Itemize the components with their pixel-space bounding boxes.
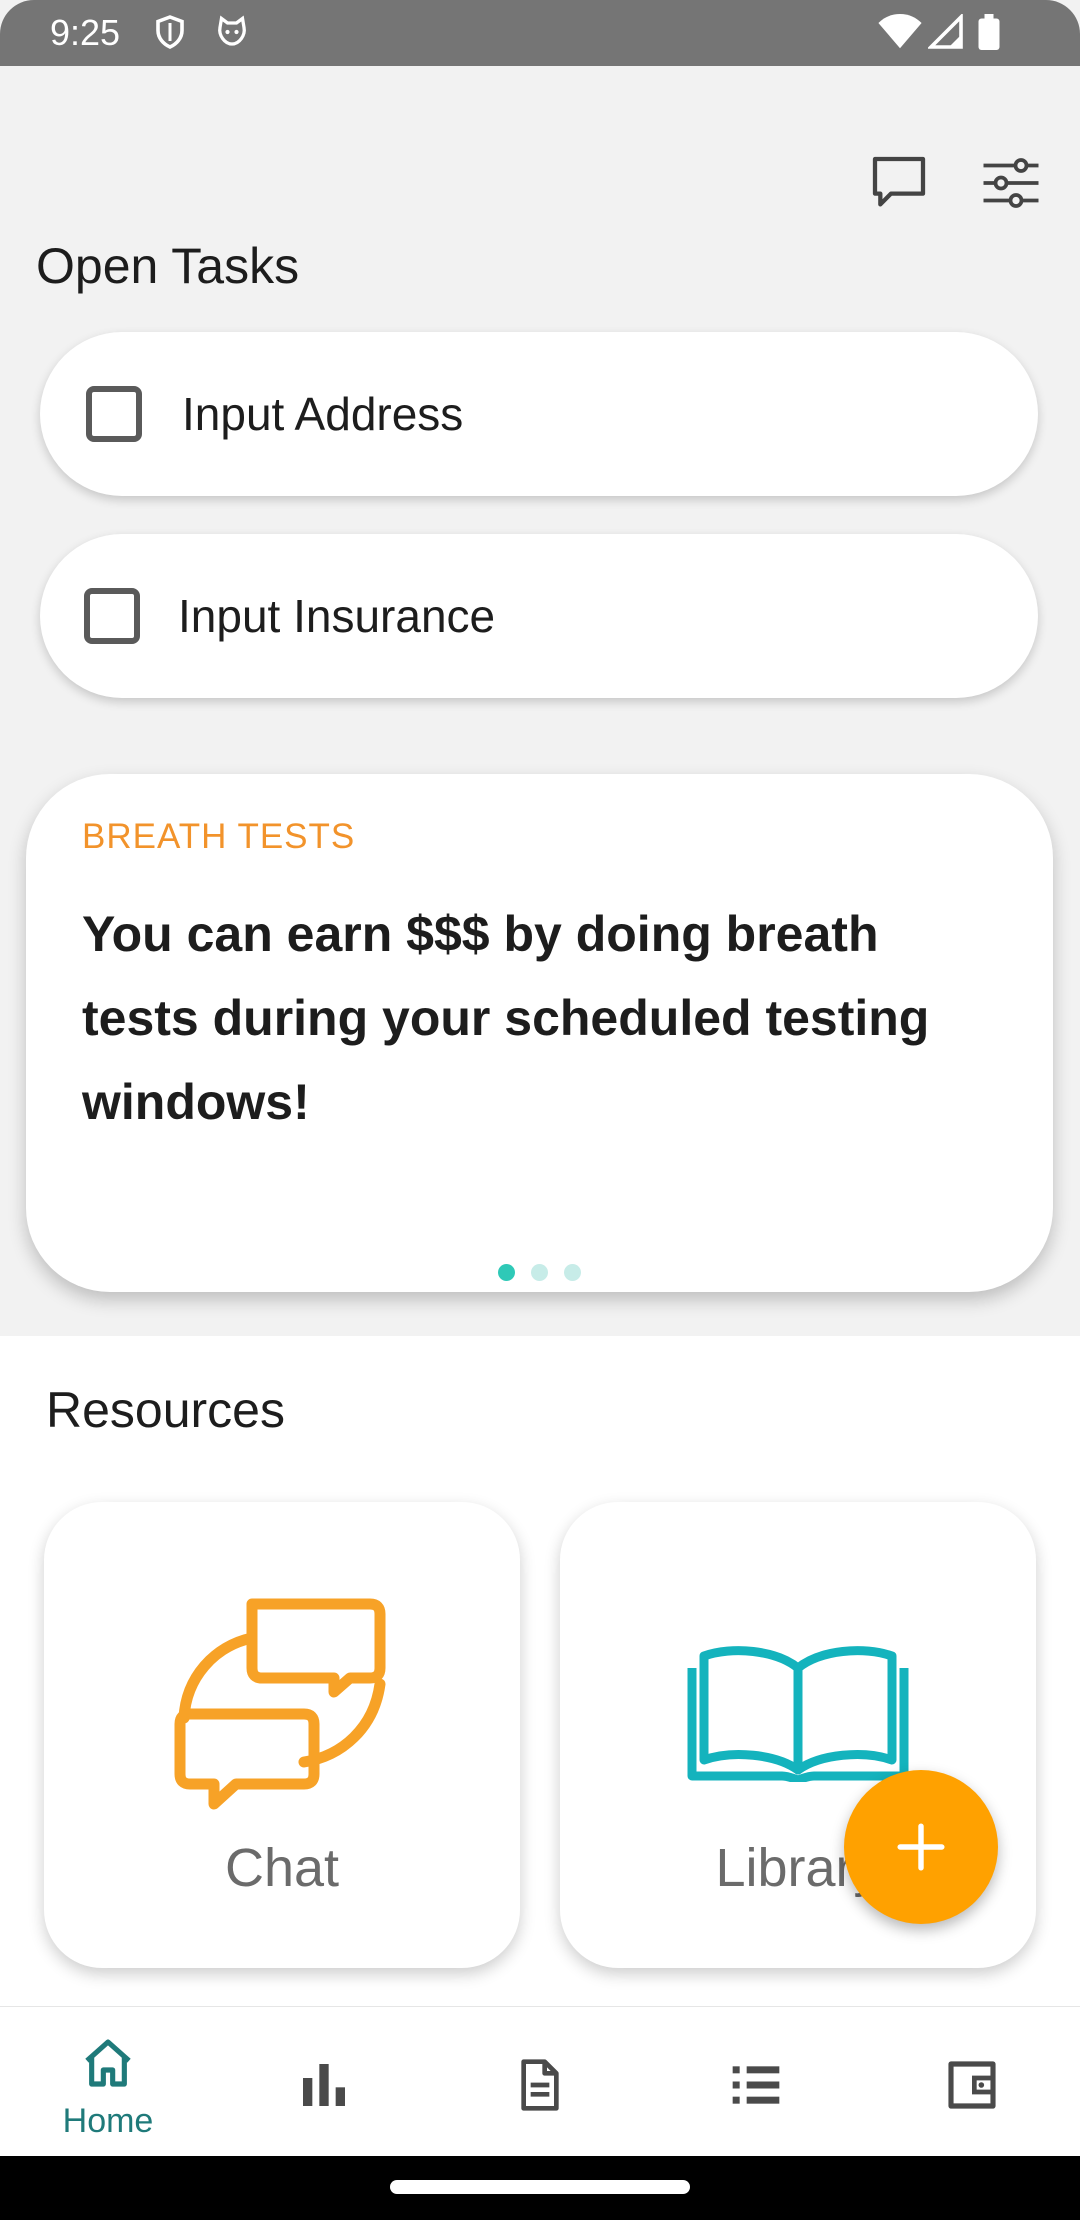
list-icon bbox=[732, 2066, 780, 2104]
home-icon bbox=[85, 2039, 131, 2087]
task-checkbox[interactable] bbox=[84, 588, 140, 644]
bottom-navigation: Home bbox=[0, 2006, 1080, 2156]
nav-label-home: Home bbox=[62, 2102, 154, 2140]
promo-label: BREATH TESTS bbox=[82, 817, 356, 856]
task-checkbox[interactable] bbox=[86, 386, 142, 442]
nav-item-home[interactable]: Home bbox=[0, 2007, 216, 2157]
page-dot[interactable] bbox=[564, 1264, 581, 1281]
task-item-input-insurance[interactable]: Input Insurance bbox=[40, 534, 1038, 698]
tune-icon[interactable] bbox=[976, 148, 1046, 218]
nav-item-stats[interactable] bbox=[216, 2007, 432, 2157]
page-dot[interactable] bbox=[531, 1264, 548, 1281]
chat-bubble-icon[interactable] bbox=[864, 148, 934, 218]
status-time: 9:25 bbox=[50, 12, 121, 53]
promo-body: You can earn $$$ by doing breath tests d… bbox=[82, 906, 930, 1130]
battery-icon bbox=[978, 14, 1000, 50]
page-dot-active[interactable] bbox=[498, 1264, 515, 1281]
task-label: Input Address bbox=[182, 388, 464, 440]
resource-chat-card[interactable]: Chat bbox=[44, 1502, 520, 1968]
shield-icon bbox=[156, 15, 184, 49]
nav-item-list[interactable] bbox=[648, 2007, 864, 2157]
page-indicator[interactable] bbox=[498, 1264, 581, 1281]
wifi-icon bbox=[878, 14, 922, 49]
status-bar: 9:25 bbox=[0, 0, 1080, 66]
open-tasks-title: Open Tasks bbox=[36, 238, 300, 294]
task-item-input-address[interactable]: Input Address bbox=[40, 332, 1038, 496]
breath-tests-card[interactable]: BREATH TESTS You can earn $$$ by doing b… bbox=[26, 774, 1053, 1292]
home-gesture-handle[interactable] bbox=[390, 2180, 690, 2194]
chat-bubbles-icon bbox=[174, 1598, 386, 1810]
nav-item-documents[interactable] bbox=[432, 2007, 648, 2157]
resources-title: Resources bbox=[46, 1382, 285, 1438]
open-book-icon bbox=[687, 1646, 909, 1782]
bar-chart-icon bbox=[303, 2064, 345, 2106]
resource-label: Chat bbox=[224, 1838, 340, 1898]
wallet-icon bbox=[948, 2061, 996, 2109]
signal-icon bbox=[928, 14, 963, 49]
nav-item-wallet[interactable] bbox=[864, 2007, 1080, 2157]
task-label: Input Insurance bbox=[178, 590, 496, 642]
document-icon bbox=[521, 2059, 559, 2111]
add-button[interactable] bbox=[844, 1770, 998, 1924]
gesture-navigation-bar bbox=[0, 2156, 1080, 2220]
plus-icon bbox=[897, 1823, 945, 1871]
cat-icon bbox=[218, 15, 246, 46]
